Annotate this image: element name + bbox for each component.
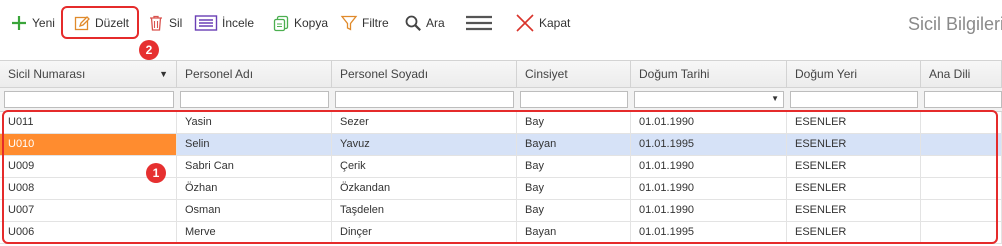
filter-input-ana-dili[interactable]: [924, 91, 1002, 108]
menu-button[interactable]: [465, 10, 497, 36]
column-header-label: Ana Dili: [929, 67, 971, 81]
filter-button[interactable]: Filtre: [340, 10, 389, 36]
column-header-personel-soyadi[interactable]: Personel Soyadı: [332, 61, 517, 88]
close-label: Kapat: [539, 16, 571, 30]
step-badge-1: 1: [146, 163, 166, 183]
inspect-button[interactable]: İncele: [194, 10, 254, 36]
plus-icon: [10, 14, 28, 32]
filter-label: Filtre: [362, 16, 389, 30]
column-header-label: Sicil Numarası: [8, 67, 86, 81]
filter-input-sicil-numarasi[interactable]: [4, 91, 174, 108]
step-badge-2: 2: [139, 40, 159, 60]
magnifier-icon: [404, 14, 422, 32]
column-header-label: Cinsiyet: [525, 67, 568, 81]
list-view-icon: [194, 14, 218, 32]
column-header-personel-adi[interactable]: Personel Adı: [177, 61, 332, 88]
copy-label: Kopya: [294, 16, 329, 30]
column-header-label: Personel Adı: [185, 67, 254, 81]
copy-icon: [272, 14, 290, 32]
column-header-dogum-yeri[interactable]: Doğum Yeri: [787, 61, 921, 88]
filter-input-personel-adi[interactable]: [180, 91, 329, 108]
page-title: Sicil Bilgileri: [907, 14, 1002, 34]
copy-button[interactable]: Kopya: [272, 10, 328, 36]
hamburger-icon: [465, 14, 493, 32]
filter-select-dogum-tarihi[interactable]: ▼: [634, 91, 784, 108]
new-label: Yeni: [32, 16, 55, 30]
close-button[interactable]: Kapat: [515, 10, 570, 36]
column-header-label: Doğum Tarihi: [639, 67, 710, 81]
edit-button-highlight: [61, 6, 139, 39]
dropdown-arrow-icon[interactable]: ▼: [771, 94, 779, 103]
sort-arrow-icon[interactable]: ▼: [159, 61, 168, 88]
inspect-label: İncele: [222, 16, 255, 30]
delete-label: Sil: [169, 16, 183, 30]
grid-header: Sicil Numarası ▼ Personel Adı Personel S…: [0, 60, 1002, 88]
column-header-cinsiyet[interactable]: Cinsiyet: [517, 61, 631, 88]
filter-input-dogum-yeri[interactable]: [790, 91, 918, 108]
trash-icon: [147, 14, 165, 32]
column-header-dogum-tarihi[interactable]: Doğum Tarihi: [631, 61, 787, 88]
filter-input-personel-soyadi[interactable]: [335, 91, 514, 108]
search-button[interactable]: Ara: [404, 10, 445, 36]
column-header-sicil-numarasi[interactable]: Sicil Numarası ▼: [0, 61, 177, 88]
column-header-label: Doğum Yeri: [795, 67, 858, 81]
filter-row: ▼: [0, 88, 1002, 112]
search-label: Ara: [426, 16, 445, 30]
close-icon: [515, 13, 535, 33]
column-header-label: Personel Soyadı: [340, 67, 429, 81]
column-header-ana-dili[interactable]: Ana Dili: [921, 61, 1002, 88]
funnel-icon: [340, 14, 358, 32]
delete-button[interactable]: Sil: [147, 10, 182, 36]
new-button[interactable]: Yeni: [10, 10, 55, 36]
filter-input-cinsiyet[interactable]: [520, 91, 628, 108]
